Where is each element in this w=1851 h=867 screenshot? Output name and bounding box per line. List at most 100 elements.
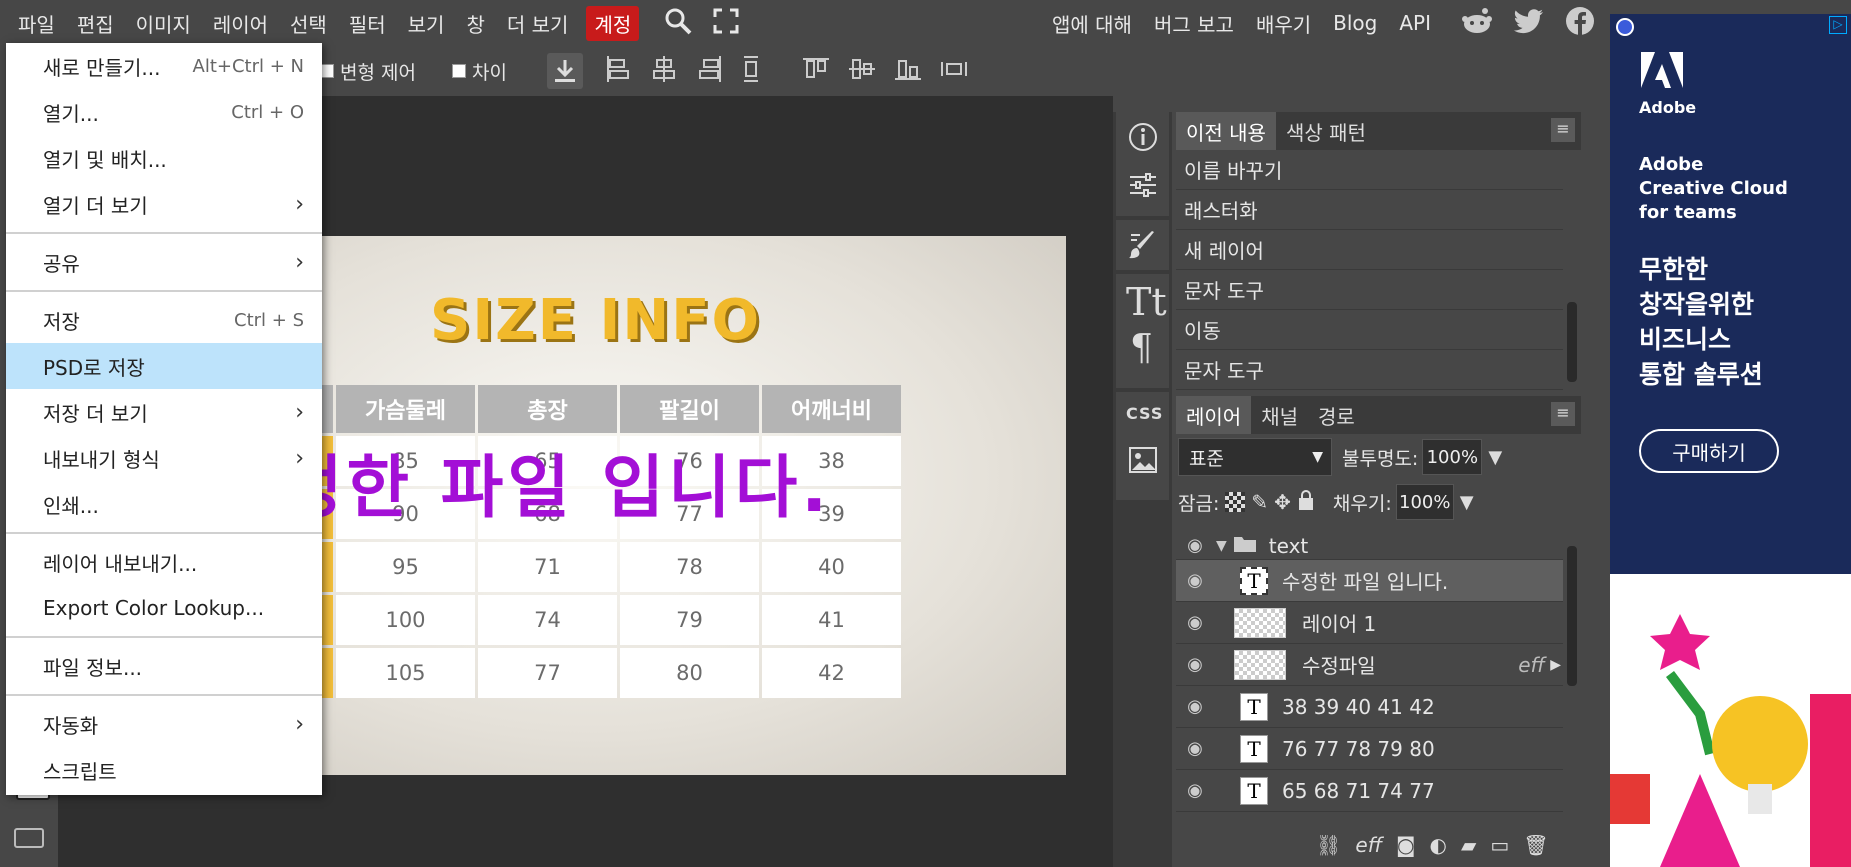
align-center-icon[interactable] bbox=[651, 54, 677, 88]
history-item[interactable]: 이동 bbox=[1176, 310, 1563, 350]
ad-buy-button[interactable]: 구매하기 bbox=[1639, 429, 1779, 473]
ad-close-icon[interactable]: ▷ bbox=[1829, 16, 1847, 34]
menu-item-new[interactable]: 새로 만들기... Alt+Ctrl + N bbox=[6, 43, 322, 89]
align-top-icon[interactable] bbox=[801, 56, 831, 86]
menu-item-export-layers[interactable]: 레이어 내보내기... bbox=[6, 539, 322, 585]
difference-checkbox[interactable]: 차이 bbox=[451, 58, 507, 85]
layer-row[interactable]: ◉ T 38 39 40 41 42 bbox=[1176, 686, 1563, 728]
layers-scrollbar[interactable] bbox=[1567, 546, 1577, 686]
fill-dropdown-icon[interactable]: ▼ bbox=[1460, 492, 1474, 513]
effects-icon[interactable]: eff bbox=[1355, 833, 1382, 857]
eye-icon[interactable]: ◉ bbox=[1176, 780, 1214, 801]
menu-item-open-place[interactable]: 열기 및 배치... bbox=[6, 135, 322, 181]
history-scrollbar[interactable] bbox=[1567, 302, 1577, 382]
history-item[interactable]: 새 레이어 bbox=[1176, 230, 1563, 270]
menu-about[interactable]: 앱에 대해 bbox=[1052, 9, 1132, 38]
tab-history[interactable]: 이전 내용 bbox=[1176, 112, 1276, 150]
layer-row-group[interactable]: ◉ ▼ text bbox=[1176, 532, 1563, 560]
menu-item-export-as[interactable]: 내보내기 형식 › bbox=[6, 435, 322, 481]
info-icon[interactable] bbox=[1128, 122, 1158, 156]
history-item[interactable]: 이름 바꾸기 bbox=[1176, 150, 1563, 190]
facebook-icon[interactable] bbox=[1565, 6, 1595, 41]
adjustments-icon[interactable] bbox=[1128, 170, 1158, 204]
new-folder-icon[interactable]: ▰ bbox=[1461, 833, 1476, 857]
panel-menu-icon[interactable]: ≡ bbox=[1551, 118, 1575, 142]
layer-row[interactable]: ◉ T 76 77 78 79 80 bbox=[1176, 728, 1563, 770]
align-left-icon[interactable] bbox=[605, 54, 631, 88]
menu-item-save-more[interactable]: 저장 더 보기 › bbox=[6, 389, 322, 435]
menu-layer[interactable]: 레이어 bbox=[209, 9, 272, 38]
twitter-icon[interactable] bbox=[1513, 7, 1545, 40]
align-bottom-icon[interactable] bbox=[893, 56, 923, 86]
distribute-horizontal-icon[interactable] bbox=[939, 59, 969, 83]
tab-channels[interactable]: 채널 bbox=[1251, 396, 1308, 434]
fullscreen-icon[interactable] bbox=[713, 8, 739, 38]
history-item[interactable]: 문자 도구 bbox=[1176, 270, 1563, 310]
menu-bug-report[interactable]: 버그 보고 bbox=[1154, 9, 1234, 38]
menu-window[interactable]: 창 bbox=[462, 9, 488, 38]
history-item[interactable]: 래스터화 bbox=[1176, 190, 1563, 230]
search-icon[interactable] bbox=[663, 6, 693, 40]
fill-input[interactable]: 100% bbox=[1395, 484, 1454, 520]
tab-swatches[interactable]: 색상 패턴 bbox=[1276, 112, 1376, 150]
new-layer-icon[interactable]: ▭ bbox=[1490, 833, 1509, 857]
panel-menu-icon[interactable]: ≡ bbox=[1551, 402, 1575, 426]
opacity-dropdown-icon[interactable]: ▼ bbox=[1488, 447, 1502, 468]
lock-transparency-icon[interactable] bbox=[1225, 492, 1246, 512]
menu-item-open-more[interactable]: 열기 더 보기 › bbox=[6, 181, 322, 227]
opacity-input[interactable]: 100% bbox=[1422, 439, 1483, 475]
link-icon[interactable]: ⛓ bbox=[1316, 833, 1341, 857]
download-icon[interactable] bbox=[546, 53, 583, 89]
keyboard-icon[interactable] bbox=[14, 828, 44, 848]
document-canvas[interactable]: SIZE INFO 가슴둘레 총장 팔길이 어깨너비 85 65 76 38 90 68… bbox=[280, 236, 1066, 775]
mask-icon[interactable]: ◙ bbox=[1396, 833, 1415, 857]
tab-paths[interactable]: 경로 bbox=[1308, 396, 1365, 434]
paragraph-icon[interactable]: ¶ bbox=[1130, 328, 1153, 369]
layer-row[interactable]: ◉ T 65 68 71 74 77 bbox=[1176, 770, 1563, 812]
menu-api[interactable]: API bbox=[1399, 11, 1431, 35]
history-item[interactable]: 문자 도구 bbox=[1176, 350, 1563, 390]
lock-paint-icon[interactable]: ✎ bbox=[1251, 490, 1268, 514]
expand-effects-icon[interactable]: ▶ bbox=[1550, 657, 1561, 673]
menu-learn[interactable]: 배우기 bbox=[1256, 9, 1311, 38]
eye-icon[interactable]: ◉ bbox=[1176, 696, 1214, 717]
menu-item-print[interactable]: 인쇄... bbox=[6, 481, 322, 527]
align-middle-icon[interactable] bbox=[847, 56, 877, 86]
menu-image[interactable]: 이미지 bbox=[132, 9, 195, 38]
menu-select[interactable]: 선택 bbox=[286, 9, 331, 38]
menu-item-export-color-lookup[interactable]: Export Color Lookup... bbox=[6, 585, 322, 631]
menu-item-save[interactable]: 저장 Ctrl + S bbox=[6, 297, 322, 343]
expand-arrow-icon[interactable]: ▼ bbox=[1216, 538, 1227, 554]
layer-row[interactable]: ◉ 수정파일 eff ▶ bbox=[1176, 644, 1563, 686]
tab-layers[interactable]: 레이어 bbox=[1176, 396, 1252, 434]
reddit-icon[interactable] bbox=[1461, 7, 1493, 40]
css-icon[interactable]: CSS bbox=[1126, 404, 1163, 423]
ad-choices-icon[interactable] bbox=[1616, 18, 1634, 36]
menu-account[interactable]: 계정 bbox=[586, 5, 640, 41]
character-icon[interactable]: Tt bbox=[1126, 280, 1167, 324]
menu-view[interactable]: 보기 bbox=[404, 9, 449, 38]
eye-icon[interactable]: ◉ bbox=[1176, 738, 1214, 759]
checkbox-box[interactable] bbox=[320, 64, 334, 78]
menu-more[interactable]: 더 보기 bbox=[503, 9, 573, 38]
menu-item-open[interactable]: 열기... Ctrl + O bbox=[6, 89, 322, 135]
eye-icon[interactable]: ◉ bbox=[1176, 612, 1214, 633]
lock-all-icon[interactable] bbox=[1297, 489, 1315, 515]
distribute-vertical-icon[interactable] bbox=[741, 54, 761, 88]
menu-file[interactable]: 파일 bbox=[14, 9, 59, 38]
brush-settings-icon[interactable] bbox=[1128, 229, 1158, 265]
eye-icon[interactable]: ◉ bbox=[1176, 570, 1214, 591]
layer-row[interactable]: ◉ 레이어 1 bbox=[1176, 602, 1563, 644]
eye-icon[interactable]: ◉ bbox=[1176, 535, 1214, 556]
layer-row[interactable]: ◉ T 수정한 파일 입니다. bbox=[1176, 560, 1563, 602]
align-right-icon[interactable] bbox=[697, 54, 723, 88]
menu-item-share[interactable]: 공유 › bbox=[6, 239, 322, 285]
menu-item-automate[interactable]: 자동화 › bbox=[6, 701, 322, 747]
lock-move-icon[interactable]: ✥ bbox=[1274, 490, 1291, 514]
checkbox-box[interactable] bbox=[451, 64, 466, 78]
menu-edit[interactable]: 편집 bbox=[73, 9, 118, 38]
effects-badge[interactable]: eff bbox=[1518, 653, 1545, 677]
menu-item-script[interactable]: 스크립트 bbox=[6, 747, 322, 793]
eye-icon[interactable]: ◉ bbox=[1176, 654, 1214, 675]
transform-control-checkbox[interactable]: 변형 제어 bbox=[320, 58, 416, 85]
